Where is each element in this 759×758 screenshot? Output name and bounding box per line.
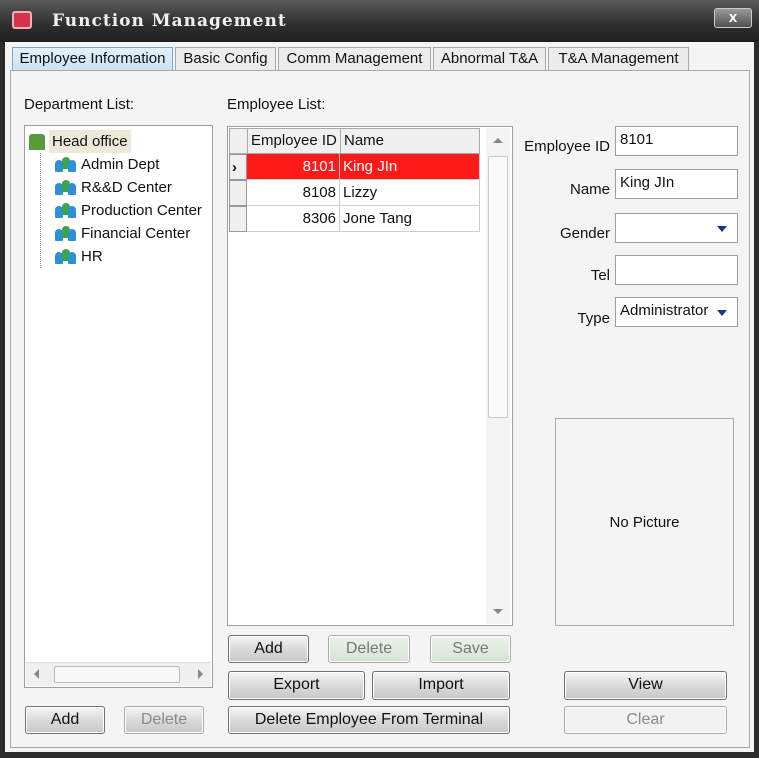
- tree-item-department[interactable]: Admin Dept: [55, 153, 212, 176]
- vertical-scrollbar[interactable]: [486, 128, 510, 624]
- employee-save-button[interactable]: Save: [430, 635, 511, 663]
- tab-abnormal-ta[interactable]: Abnormal T&A: [433, 47, 546, 71]
- department-tree[interactable]: Head office Admin Dept R&&D Center Produ…: [24, 125, 213, 688]
- employee-delete-button[interactable]: Delete: [328, 635, 410, 663]
- scroll-down-icon[interactable]: [493, 609, 503, 614]
- scroll-up-icon[interactable]: [493, 138, 503, 143]
- people-icon: [55, 202, 77, 219]
- type-label: Type: [577, 310, 610, 327]
- import-button[interactable]: Import: [372, 671, 510, 700]
- table-row[interactable]: 8306 Jone Tang: [229, 206, 480, 232]
- cell-name[interactable]: King JIn: [340, 154, 480, 180]
- tab-employee-information[interactable]: Employee Information: [12, 47, 173, 71]
- name-label: Name: [569, 181, 610, 198]
- tel-label: Tel: [590, 267, 610, 284]
- department-list-label: Department List:: [24, 96, 135, 113]
- horizontal-scrollbar[interactable]: [26, 662, 211, 686]
- employee-rows: › 8101 King JIn 8108 Lizzy 8306 Jone Tan…: [229, 154, 480, 232]
- tel-field[interactable]: [615, 255, 738, 285]
- current-row-indicator-icon[interactable]: ›: [229, 154, 247, 180]
- picture-box: No Picture: [555, 418, 734, 626]
- app-icon: [12, 11, 32, 29]
- type-select[interactable]: Administrator: [615, 297, 738, 327]
- row-indicator-header: [229, 128, 248, 154]
- people-icon: [55, 248, 77, 265]
- clear-button[interactable]: Clear: [564, 706, 727, 734]
- tree-item-head-office[interactable]: Head office: [29, 130, 212, 153]
- export-button[interactable]: Export: [228, 671, 365, 700]
- no-picture-text: No Picture: [609, 513, 680, 531]
- tab-comm-management[interactable]: Comm Management: [278, 47, 431, 71]
- scroll-left-icon[interactable]: [34, 669, 39, 679]
- table-row[interactable]: 8108 Lizzy: [229, 180, 480, 206]
- name-field[interactable]: King JIn: [615, 169, 738, 199]
- people-icon: [55, 156, 77, 173]
- scroll-thumb[interactable]: [488, 156, 508, 418]
- employee-id-field[interactable]: 8101: [615, 126, 738, 156]
- chevron-down-icon[interactable]: [717, 310, 727, 316]
- employee-list-label: Employee List:: [227, 96, 326, 113]
- tree-item-department[interactable]: HR: [55, 245, 212, 268]
- delete-employee-from-terminal-button[interactable]: Delete Employee From Terminal: [228, 706, 510, 734]
- table-row[interactable]: › 8101 King JIn: [229, 154, 480, 180]
- close-button[interactable]: x: [714, 8, 752, 28]
- department-add-button[interactable]: Add: [25, 706, 105, 734]
- gender-label: Gender: [559, 225, 610, 242]
- tab-basic-config[interactable]: Basic Config: [175, 47, 276, 71]
- window-title: Function Management: [52, 11, 287, 31]
- people-icon: [55, 225, 77, 242]
- employee-id-label: Employee ID: [524, 138, 610, 155]
- building-icon: [29, 133, 45, 150]
- tree-item-department[interactable]: Financial Center: [55, 222, 212, 245]
- cell-employee-id[interactable]: 8108: [247, 180, 340, 206]
- tree-item-department[interactable]: Production Center: [55, 199, 212, 222]
- department-delete-button[interactable]: Delete: [124, 706, 204, 734]
- scroll-thumb[interactable]: [54, 666, 180, 683]
- chevron-down-icon[interactable]: [717, 226, 727, 232]
- view-button[interactable]: View: [564, 671, 727, 700]
- cell-name[interactable]: Lizzy: [340, 180, 480, 206]
- row-indicator[interactable]: [229, 180, 247, 206]
- column-header-employee-id[interactable]: Employee ID: [247, 128, 341, 154]
- gender-select[interactable]: [615, 213, 738, 243]
- tab-ta-management[interactable]: T&A Management: [548, 47, 689, 71]
- people-icon: [55, 179, 77, 196]
- cell-employee-id[interactable]: 8306: [247, 206, 340, 232]
- column-header-name[interactable]: Name: [340, 128, 480, 154]
- cell-name[interactable]: Jone Tang: [340, 206, 480, 232]
- employee-add-button[interactable]: Add: [228, 635, 309, 663]
- scroll-right-icon[interactable]: [198, 669, 203, 679]
- cell-employee-id[interactable]: 8101: [247, 154, 340, 180]
- tree-item-department[interactable]: R&&D Center: [55, 176, 212, 199]
- row-indicator[interactable]: [229, 206, 247, 232]
